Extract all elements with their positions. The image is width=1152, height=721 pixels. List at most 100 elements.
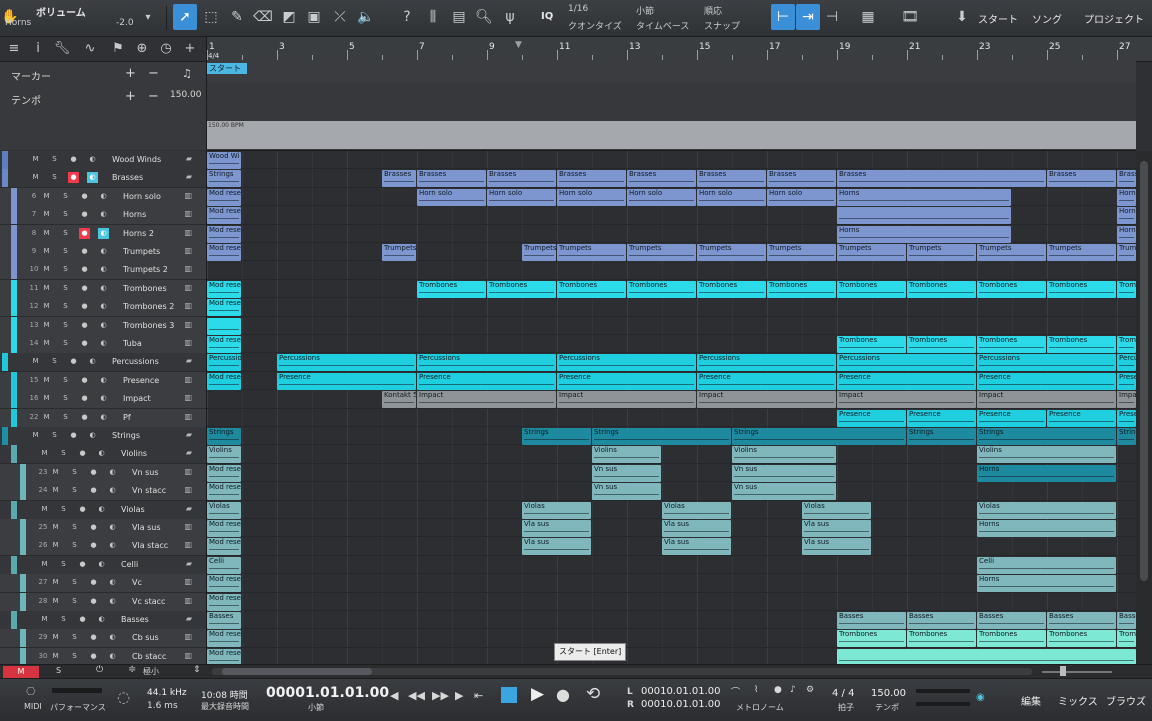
record-arm-button[interactable]: ● <box>79 283 90 294</box>
clip[interactable]: Percussions <box>277 354 416 372</box>
clip[interactable]: Horn solo <box>417 188 486 206</box>
play-button[interactable]: ▶ <box>531 684 544 704</box>
clip[interactable]: Trombones <box>1117 336 1136 353</box>
solo-button[interactable]: S <box>58 504 69 515</box>
track-name[interactable]: Percussions <box>112 357 159 366</box>
mute-button[interactable]: M <box>41 264 52 275</box>
track-name[interactable]: Violins <box>121 449 147 458</box>
clip[interactable]: Brasses <box>837 170 1046 188</box>
track-color[interactable] <box>20 647 26 664</box>
clip[interactable]: Presence <box>977 409 1046 427</box>
clip[interactable]: Mod rese <box>207 575 241 593</box>
toolbar-value[interactable]: -2.0 <box>116 18 134 28</box>
forward-icon[interactable]: ▶▶ <box>432 689 449 702</box>
clip[interactable]: Presence <box>837 372 976 390</box>
mute-button[interactable]: M <box>50 522 61 533</box>
clip[interactable]: Violas <box>662 501 731 519</box>
instrument-icon[interactable]: ▥ <box>184 485 192 494</box>
folder-icon[interactable]: ▰ <box>186 614 192 623</box>
folder-track[interactable]: M S ● ◐ Violins ▰ <box>0 445 206 465</box>
track-color[interactable] <box>11 611 17 629</box>
clip[interactable]: Presence <box>907 409 976 427</box>
monitor-button[interactable]: ◐ <box>98 412 109 423</box>
start-page-link[interactable]: スタート <box>978 11 1018 26</box>
metronome-icon[interactable]: ♪ <box>790 685 796 695</box>
clip[interactable]: Brasses <box>417 170 486 188</box>
record-arm-button[interactable]: ● <box>88 577 99 588</box>
clip[interactable]: Presence <box>277 372 416 390</box>
clip[interactable]: Brasses <box>1117 170 1136 188</box>
clip[interactable]: Trumpets <box>837 244 906 261</box>
clip[interactable]: Trombones <box>487 280 556 298</box>
folder-icon[interactable]: ▰ <box>186 448 192 457</box>
mix-button[interactable]: ミックス <box>1058 693 1098 708</box>
track-name[interactable]: Celli <box>121 560 138 569</box>
solo-button[interactable]: S <box>69 632 80 643</box>
record-arm-button[interactable]: ● <box>77 614 88 625</box>
track-name[interactable]: Basses <box>121 615 149 624</box>
track-color[interactable] <box>11 445 17 464</box>
solo-button[interactable]: S <box>60 412 71 423</box>
instrument-icon[interactable]: ▥ <box>184 651 192 660</box>
instrument-icon[interactable]: ▥ <box>184 283 192 292</box>
arrow-tool-icon[interactable]: ➚ <box>173 4 197 30</box>
clip[interactable]: Mod rese <box>207 336 241 353</box>
vertical-scroll-thumb[interactable] <box>1140 161 1148 581</box>
track-color[interactable] <box>11 243 17 261</box>
mute-button[interactable]: M <box>41 191 52 202</box>
waveform-icon[interactable]: ⫼ <box>421 4 445 30</box>
clip[interactable]: Basses <box>207 612 241 629</box>
solo-button[interactable]: S <box>60 393 71 404</box>
clip[interactable]: Strings <box>907 428 976 445</box>
mute-button[interactable]: M <box>41 209 52 220</box>
monitor-button[interactable]: ◐ <box>107 596 118 607</box>
track-row[interactable]: 10 M S ● ◐ Trumpets 2 ▥ <box>0 261 206 281</box>
mute-button[interactable]: M <box>50 651 61 662</box>
monitor-button[interactable]: ◐ <box>87 154 98 165</box>
record-arm-button[interactable]: ● <box>88 651 99 662</box>
record-arm-button[interactable]: ● <box>79 301 90 312</box>
clip[interactable]: Trombones <box>697 280 766 298</box>
clip[interactable]: Trombones <box>977 336 1046 353</box>
metronome-dot-icon[interactable]: ● <box>774 685 782 695</box>
precount-icon[interactable]: ⌒ <box>731 685 740 698</box>
clip[interactable]: Trombones <box>1117 630 1136 648</box>
record-arm-button[interactable]: ● <box>68 430 79 441</box>
position-display[interactable]: 00001.01.01.00 <box>266 685 389 701</box>
flag-icon[interactable]: ⚑ <box>108 40 128 58</box>
track-color[interactable] <box>11 279 17 298</box>
signature-value[interactable]: 4 / 4 <box>832 688 854 699</box>
clip[interactable]: Celli <box>977 556 1116 574</box>
clip[interactable]: Trombones <box>1047 630 1116 648</box>
monitor-button[interactable]: ◐ <box>96 448 107 459</box>
snap-value[interactable]: 順応 <box>704 4 722 17</box>
record-arm-button[interactable]: ● <box>77 559 88 570</box>
track-name[interactable]: Horn solo <box>123 192 161 201</box>
instrument-icon[interactable]: ▥ <box>184 301 192 310</box>
track-name[interactable]: Strings <box>112 431 140 440</box>
track-color[interactable] <box>11 408 17 427</box>
clip[interactable]: Vla sus <box>662 538 731 556</box>
instrument-icon[interactable]: ▥ <box>184 522 192 531</box>
track-color[interactable] <box>2 353 8 372</box>
clip[interactable]: Vla sus <box>802 520 871 537</box>
track-color[interactable] <box>11 316 17 335</box>
clip[interactable]: Violins <box>207 446 241 464</box>
folder-track[interactable]: M S ● ◐ Violas ▰ <box>0 500 206 520</box>
add-marker-icon[interactable]: + <box>125 66 136 81</box>
clip[interactable]: Violas <box>977 501 1116 519</box>
solo-button[interactable]: S <box>60 209 71 220</box>
folder-track[interactable]: M S ● ◐ Celli ▰ <box>0 555 206 575</box>
mute-button[interactable]: M <box>41 228 52 239</box>
mute-button[interactable]: M <box>41 320 52 331</box>
monitor-button[interactable]: ◐ <box>98 209 109 220</box>
track-row[interactable]: 24 M S ● ◐ Vn stacc ▥ <box>0 482 206 502</box>
loop-marker-icon[interactable]: ▼ <box>515 40 522 50</box>
clip[interactable]: Trumpets <box>1047 244 1116 261</box>
record-arm-button[interactable]: ● <box>77 504 88 515</box>
clip[interactable]: Basses <box>837 612 906 629</box>
clip[interactable]: Trombones <box>907 280 976 298</box>
clip[interactable]: Trombones <box>907 336 976 353</box>
pencil-tool-icon[interactable]: ✎ <box>225 4 249 30</box>
clip[interactable]: Trombones <box>1117 280 1136 298</box>
